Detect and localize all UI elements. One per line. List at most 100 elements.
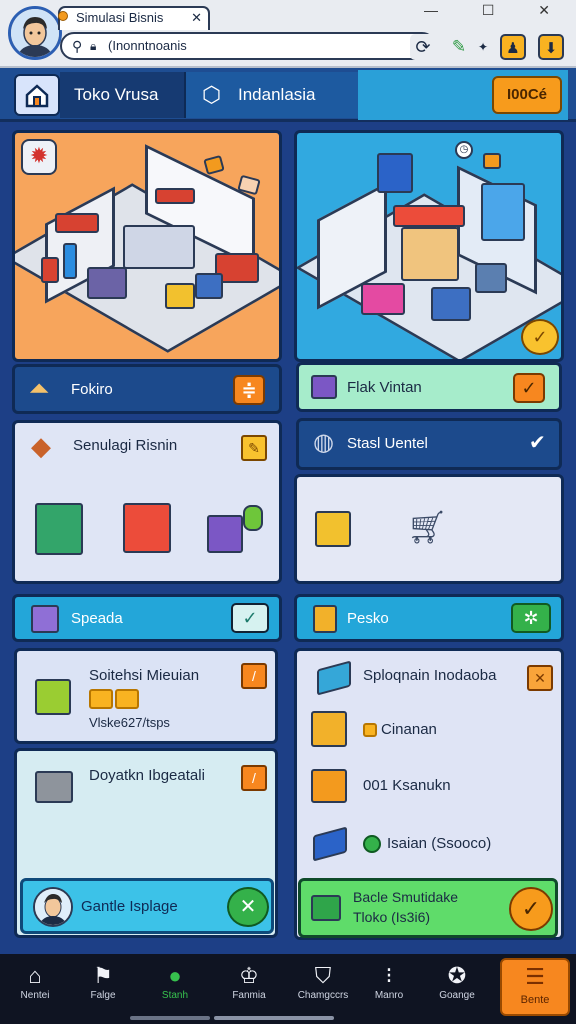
cash-stack-icon — [311, 895, 341, 921]
tab-toko[interactable]: Toko Vrusa — [60, 72, 184, 118]
store-illustration-left[interactable]: ✹ — [12, 130, 282, 362]
nav-item-bente[interactable]: ☰ Bente — [500, 958, 570, 1016]
simulation-card[interactable]: ◆ Senulagi Risnin ✎ — [12, 420, 282, 584]
cash-box-icon — [315, 511, 351, 547]
dots-icon: ⁝ — [385, 963, 393, 988]
tab-toko-label: Toko Vrusa — [74, 85, 159, 104]
gantle-button[interactable]: Gantle Isplage ✕ — [20, 878, 274, 934]
extension-icon[interactable]: ✎ — [446, 34, 472, 60]
item-card-2-edit[interactable]: / — [241, 765, 267, 791]
item-card-1-edit[interactable]: / — [241, 663, 267, 689]
nav-label-bente: Bente — [520, 994, 550, 1006]
station-row[interactable]: ◍ Stasl Uentel ✔ — [296, 418, 562, 470]
address-bar[interactable]: ⚲ 🔒︎ (Inonntnoanis ↻ — [60, 32, 436, 60]
download-icon[interactable]: ⬇ — [538, 34, 564, 60]
list-item-label-4[interactable]: Isaian (Ssooco) — [387, 835, 491, 852]
store-illustration-right[interactable]: ◷ ✓ — [294, 130, 564, 362]
search-icon: ⚲ — [72, 38, 83, 54]
crown-icon: ♔ — [239, 963, 259, 988]
window-controls[interactable]: — ☐ ✕ — [424, 2, 570, 19]
item-card-1-detail: Vlske627/tsps — [89, 715, 170, 730]
tab-indanlasia[interactable]: ⬡ Indanlasia — [184, 72, 358, 118]
home-button[interactable] — [14, 74, 60, 116]
bin-red — [41, 257, 59, 283]
cube-icon: ⬡ — [202, 82, 222, 107]
bacle-confirm-icon[interactable]: ✓ — [509, 887, 553, 931]
menu-icon: ☰ — [525, 964, 545, 989]
list-item-label-1[interactable]: Sploqnain Inodaoba — [363, 667, 496, 684]
barrel-icon — [243, 505, 263, 531]
list-item-label-3[interactable]: 001 Ksanukn — [363, 777, 451, 794]
flak-vintan-row[interactable]: Flak Vintan ✓ — [296, 362, 562, 412]
flak-vintan-label: Flak Vintan — [347, 379, 422, 396]
pesko-row[interactable]: Pesko ✲ — [294, 594, 564, 642]
pin-icon[interactable]: ✦ — [470, 34, 496, 60]
box-icon — [311, 711, 347, 747]
list-close-icon[interactable]: ✕ — [527, 665, 553, 691]
nav-item-manro[interactable]: ⁝ Manro — [358, 962, 420, 1001]
nav-item-falge[interactable]: ⚑ Falge — [72, 962, 134, 1001]
speada-check-button[interactable]: ✓ — [231, 603, 269, 633]
gear-badge-icon[interactable]: ✹ — [21, 139, 57, 175]
lock-icon: 🔒︎ — [90, 39, 97, 53]
nav-item-fanmia[interactable]: ♔ Fanmia — [218, 962, 280, 1001]
bottle-blue — [63, 243, 77, 279]
freezer — [123, 225, 195, 269]
clock-icon: ◷ — [455, 141, 473, 159]
confirm-check-icon[interactable]: ✓ — [521, 319, 559, 355]
user-avatar[interactable] — [8, 6, 62, 60]
nav-item-nentei[interactable]: ⌂ Nentei — [4, 962, 66, 1001]
blue-poster — [377, 153, 413, 193]
checkout-box — [431, 287, 471, 321]
flak-vintan-check-button[interactable]: ✓ — [513, 373, 545, 403]
nav-label-chamgccrs: Chamgccrs — [297, 990, 349, 1001]
stall-awning — [393, 205, 465, 227]
shopping-cart-stall — [475, 263, 507, 293]
bacle-line2: Tloko (Is3i6) — [353, 909, 431, 925]
tab-title: Simulasi Bisnis — [76, 10, 164, 25]
browser-tab[interactable]: Simulasi Bisnis ✕ — [58, 6, 210, 30]
purple-box-icon — [31, 605, 59, 633]
list-item-label-2[interactable]: Cinanan — [381, 721, 437, 738]
cart-card[interactable]: 🛒︎ — [294, 474, 564, 584]
coin-balance-button[interactable]: I00Cé — [492, 76, 562, 114]
nav-item-chamgccrs[interactable]: ⛉ Chamgccrs — [292, 962, 354, 1001]
refresh-icon[interactable]: ⟳ — [410, 34, 436, 60]
speada-row[interactable]: Speada ✓ — [12, 594, 282, 642]
station-check-icon[interactable]: ✔ — [529, 433, 546, 453]
simulation-card-title: Senulagi Risnin — [73, 437, 178, 454]
face-icon — [35, 889, 71, 925]
pesko-action-button[interactable]: ✲ — [511, 603, 551, 633]
item-card-1[interactable]: Soitehsi Mieuian Vlske627/tsps / — [14, 648, 278, 744]
fokiro-action-button[interactable]: ≑ — [233, 375, 265, 405]
gear-icon: ✪ — [447, 963, 467, 988]
tab-close-icon[interactable]: ✕ — [191, 8, 202, 28]
pink-table — [361, 283, 405, 315]
coin-badge-icon-2 — [115, 689, 139, 709]
fokiro-row[interactable]: ⏶ Fokiro ≑ — [12, 364, 282, 414]
station-label: Stasl Uentel — [347, 435, 428, 452]
globe-icon: ◍ — [313, 429, 334, 456]
gantle-label: Gantle Isplage — [81, 898, 178, 915]
avatar-face-icon — [11, 9, 59, 57]
tab-favicon-icon — [58, 11, 68, 21]
produce-stand-icon — [35, 503, 83, 555]
floating-crate — [483, 153, 501, 169]
home-icon: ⌂ — [28, 963, 42, 988]
blue-poster-2 — [481, 183, 525, 241]
crate-icon — [311, 769, 347, 803]
truck-icon — [317, 660, 351, 696]
home-indicator-left — [130, 1016, 210, 1020]
market-stall-icon — [123, 503, 171, 553]
simulation-card-edit[interactable]: ✎ — [241, 435, 267, 461]
cart-purple-icon — [207, 515, 243, 553]
nav-item-goange[interactable]: ✪ Goange — [426, 962, 488, 1001]
nav-item-stanh[interactable]: ● Stanh — [144, 962, 206, 1001]
nav-label-manro: Manro — [374, 990, 404, 1001]
status-dot-icon — [363, 835, 381, 853]
gantle-close-icon[interactable]: ✕ — [227, 887, 269, 927]
floating-box-1 — [203, 154, 225, 176]
bacle-button[interactable]: Bacle Smutidake Tloko (Is3i6) ✓ — [298, 878, 558, 938]
coin-mini-icon — [363, 723, 377, 737]
profile-icon[interactable]: ♟ — [500, 34, 526, 60]
